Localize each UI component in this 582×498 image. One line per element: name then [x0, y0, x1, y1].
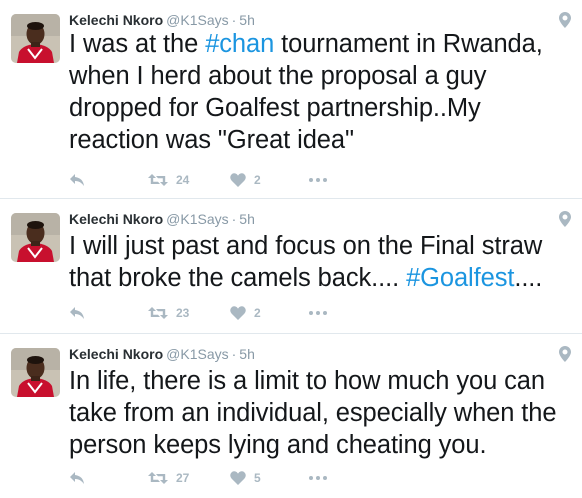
retweet-icon [148, 174, 168, 186]
author-name[interactable]: Kelechi Nkoro [69, 12, 163, 28]
avatar[interactable] [11, 348, 60, 397]
tweet-header: Kelechi Nkoro @K1Says · 5h [69, 210, 255, 228]
author-handle[interactable]: @K1Says [166, 12, 228, 28]
tweet-text: I was at the #chan tournament in Rwanda,… [69, 28, 574, 156]
avatar[interactable] [11, 14, 60, 63]
author-name[interactable]: Kelechi Nkoro [69, 346, 163, 362]
retweet-icon [148, 472, 168, 484]
reply-icon [70, 472, 84, 484]
more-icon [309, 311, 327, 315]
heart-icon [230, 173, 246, 187]
hashtag-link[interactable]: #chan [205, 30, 274, 58]
tweet-text: In life, there is a limit to how much yo… [69, 365, 574, 461]
reply-button[interactable] [69, 170, 85, 190]
tweet[interactable]: Kelechi Nkoro @K1Says · 5h I was at the #ch… [0, 0, 582, 199]
retweet-button[interactable]: 23 [148, 303, 189, 323]
avatar[interactable] [11, 213, 60, 262]
like-button[interactable]: 2 [230, 170, 261, 190]
more-icon [309, 476, 327, 480]
tweet[interactable]: Kelechi Nkoro @K1Says · 5h In life, there i… [0, 334, 582, 498]
separator: · [231, 12, 237, 28]
retweet-icon [148, 307, 168, 319]
like-count: 2 [254, 173, 261, 187]
location-pin-icon[interactable] [559, 12, 571, 28]
text-segment: In life, there is a limit to how much yo… [69, 367, 557, 459]
location-pin-icon[interactable] [559, 211, 571, 227]
location-pin-icon[interactable] [559, 346, 571, 362]
like-button[interactable]: 2 [230, 303, 261, 323]
retweet-button[interactable]: 24 [148, 170, 189, 190]
more-button[interactable] [309, 303, 327, 323]
more-icon [309, 178, 327, 182]
reply-icon [70, 174, 84, 186]
reply-button[interactable] [69, 468, 85, 488]
retweet-count: 24 [176, 173, 190, 187]
timestamp[interactable]: 5h [239, 12, 255, 28]
retweet-button[interactable]: 27 [148, 468, 189, 488]
tweet-actions: 24 2 [69, 170, 369, 190]
tweet-header: Kelechi Nkoro @K1Says · 5h [69, 345, 255, 363]
retweet-count: 27 [176, 471, 190, 485]
heart-icon [230, 306, 246, 320]
more-button[interactable] [309, 468, 327, 488]
like-button[interactable]: 5 [230, 468, 261, 488]
author-handle[interactable]: @K1Says [166, 346, 228, 362]
like-count: 2 [254, 306, 261, 320]
hashtag-link[interactable]: #Goalfest [406, 264, 514, 292]
heart-icon [230, 471, 246, 485]
tweet-actions: 23 2 [69, 303, 369, 323]
retweet-count: 23 [176, 306, 190, 320]
timestamp[interactable]: 5h [239, 346, 255, 362]
tweet-header: Kelechi Nkoro @K1Says · 5h [69, 11, 255, 29]
author-name[interactable]: Kelechi Nkoro [69, 211, 163, 227]
author-handle[interactable]: @K1Says [166, 211, 228, 227]
more-button[interactable] [309, 170, 327, 190]
like-count: 5 [254, 471, 261, 485]
tweet-text: I will just past and focus on the Final … [69, 230, 574, 294]
tweet[interactable]: Kelechi Nkoro @K1Says · 5h I will just past… [0, 199, 582, 334]
reply-button[interactable] [69, 303, 85, 323]
separator: · [231, 211, 237, 227]
text-segment: I was at the [69, 30, 206, 58]
reply-icon [70, 307, 84, 319]
text-segment: .... [514, 264, 543, 292]
separator: · [231, 346, 237, 362]
tweet-actions: 27 5 [69, 468, 369, 488]
timestamp[interactable]: 5h [239, 211, 255, 227]
